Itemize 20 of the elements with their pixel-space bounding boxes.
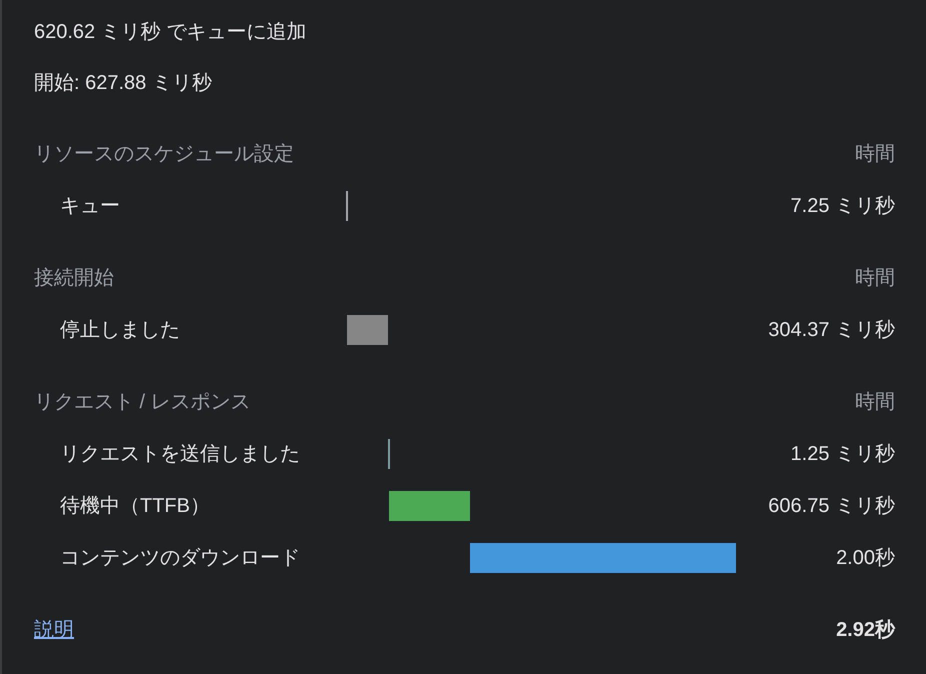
phase-label: 停止しました bbox=[59, 318, 181, 343]
column-heading: 時間 bbox=[855, 266, 895, 291]
duration-text: 606.75 ミリ秒 bbox=[767, 494, 895, 519]
section-heading: リソースのスケジュール設定 bbox=[34, 142, 294, 167]
section-heading: 接続開始 bbox=[34, 266, 114, 291]
phase-label: 待機中（TTFB） bbox=[59, 494, 211, 519]
duration-text: 304.37 ミリ秒 bbox=[767, 318, 895, 343]
duration-text: 2.00秒 bbox=[835, 546, 895, 571]
start-time-text: 開始: 627.88 ミリ秒 bbox=[34, 70, 212, 96]
section-heading: リクエスト / レスポンス bbox=[34, 390, 251, 415]
explanation-link[interactable]: 説明 bbox=[34, 615, 74, 645]
phase-label: リクエストを送信しました bbox=[59, 442, 301, 467]
duration-text: 1.25 ミリ秒 bbox=[790, 442, 895, 467]
queued-time-text: 620.62 ミリ秒 でキューに追加 bbox=[34, 20, 306, 44]
phase-label: コンテンツのダウンロード bbox=[59, 546, 301, 571]
column-heading: 時間 bbox=[855, 142, 895, 167]
phase-label: キュー bbox=[59, 194, 121, 219]
column-heading: 時間 bbox=[855, 390, 895, 415]
duration-text: 7.25 ミリ秒 bbox=[790, 194, 895, 219]
total-time-text: 2.92秒 bbox=[836, 618, 895, 643]
